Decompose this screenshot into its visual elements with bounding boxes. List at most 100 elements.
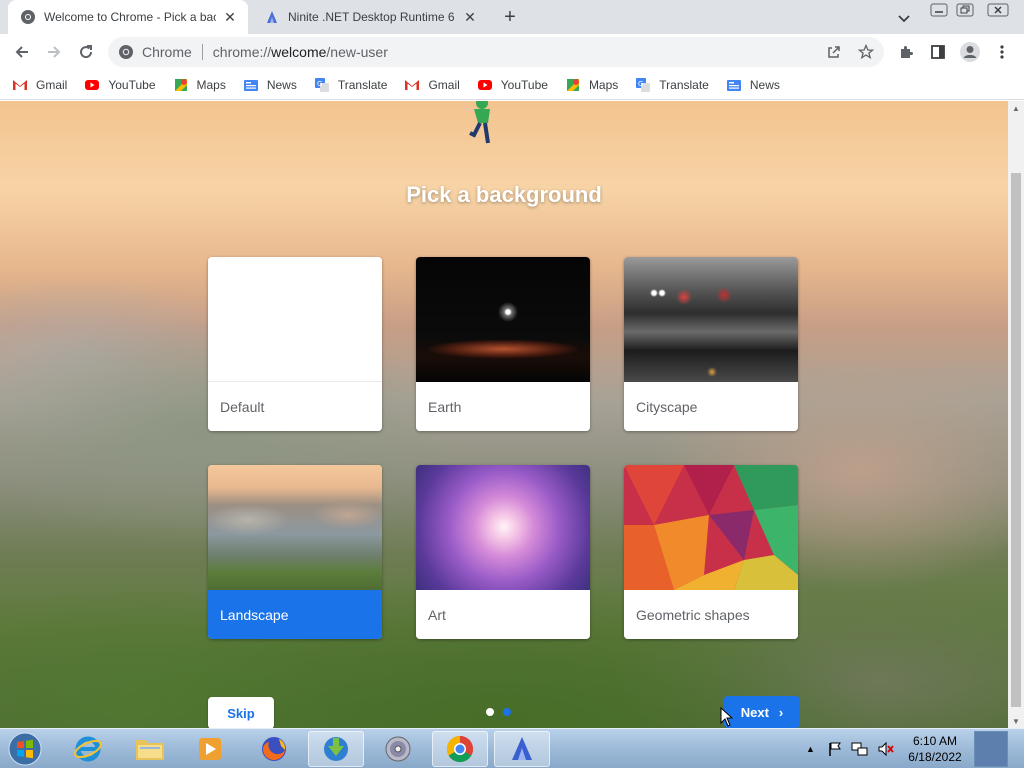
scrollbar-thumb[interactable] — [1011, 173, 1021, 707]
background-option-default[interactable]: Default — [208, 257, 382, 431]
internet-explorer-icon — [74, 736, 102, 762]
action-center-flag-icon[interactable] — [827, 741, 843, 757]
bookmark-maps[interactable]: Maps — [565, 77, 618, 93]
forward-arrow-icon — [48, 46, 61, 58]
taskbar-dvd-player[interactable] — [370, 731, 426, 767]
back-button[interactable] — [8, 38, 36, 66]
taskbar-internet-explorer[interactable] — [60, 731, 116, 767]
bookmark-gmail[interactable]: Gmail — [12, 77, 67, 93]
mouse-cursor-icon — [720, 707, 734, 727]
avatar-icon — [960, 42, 980, 62]
share-button[interactable] — [820, 38, 848, 66]
start-button[interactable] — [4, 731, 46, 767]
bookmark-maps[interactable]: Maps — [173, 77, 226, 93]
tab-search-chevron-icon[interactable] — [896, 10, 912, 26]
bookmark-translate[interactable]: G Translate — [314, 77, 387, 93]
network-icon[interactable] — [851, 741, 869, 757]
step-indicator-dot-active — [503, 708, 511, 716]
background-option-label: Landscape — [208, 590, 382, 639]
address-bar[interactable]: Chrome chrome://welcome/new-user — [108, 37, 884, 67]
taskbar-chrome[interactable] — [432, 731, 488, 767]
dvd-disc-icon — [385, 736, 411, 762]
reload-icon — [80, 45, 93, 59]
close-tab-icon[interactable]: ✕ — [462, 9, 478, 25]
translate-icon: G — [314, 77, 329, 92]
profile-button[interactable] — [956, 38, 984, 66]
gmail-icon — [405, 79, 420, 90]
tab-welcome[interactable]: Welcome to Chrome - Pick a bac ✕ — [8, 0, 248, 34]
taskbar-app[interactable] — [494, 731, 550, 767]
close-tab-icon[interactable]: ✕ — [222, 9, 238, 25]
restore-icon[interactable] — [954, 2, 976, 18]
tab-ninite[interactable]: Ninite .NET Desktop Runtime 6 7 ✕ — [252, 0, 488, 34]
scroll-up-icon[interactable]: ▲ — [1008, 101, 1024, 115]
skip-button[interactable]: Skip — [208, 697, 274, 728]
tab-strip: Welcome to Chrome - Pick a bac ✕ Ninite … — [0, 0, 1024, 34]
background-option-label: Geometric shapes — [624, 590, 798, 639]
reload-button[interactable] — [72, 38, 100, 66]
minimize-icon[interactable] — [928, 2, 950, 18]
cityscape-thumbnail — [624, 257, 798, 382]
star-icon — [858, 44, 874, 60]
show-hidden-icons-icon[interactable]: ▲ — [806, 744, 815, 754]
url-text: chrome://welcome/new-user — [212, 44, 388, 60]
clock-time: 6:10 AM — [912, 734, 958, 748]
share-icon — [828, 46, 840, 58]
taskbar-download-manager[interactable] — [308, 731, 364, 767]
scroll-down-icon[interactable]: ▼ — [1008, 714, 1024, 728]
side-panel-button[interactable] — [924, 38, 952, 66]
news-icon — [243, 79, 258, 91]
svg-text:G: G — [638, 80, 643, 88]
puzzle-icon — [901, 46, 913, 58]
bookmark-youtube[interactable]: YouTube — [84, 77, 156, 93]
youtube-icon — [85, 79, 100, 90]
bookmark-news[interactable]: News — [243, 77, 297, 93]
background-option-label: Art — [416, 590, 590, 639]
forward-button[interactable] — [40, 38, 68, 66]
bookmarks-bar: Gmail YouTube Maps News G Translate Gmai… — [0, 70, 1024, 100]
runner-illustration-icon — [461, 101, 490, 144]
extensions-button[interactable] — [892, 38, 920, 66]
taskbar: ▲ 6:10 AM 6/18/2022 — [0, 728, 1024, 768]
bookmark-youtube[interactable]: YouTube — [477, 77, 548, 93]
bookmark-star-button[interactable] — [852, 38, 880, 66]
maps-icon — [566, 78, 579, 91]
download-manager-icon — [324, 737, 348, 761]
chrome-icon — [446, 735, 474, 763]
art-thumbnail — [416, 465, 590, 590]
kebab-menu-icon — [1000, 45, 1004, 59]
menu-button[interactable] — [988, 38, 1016, 66]
side-panel-icon — [931, 45, 945, 59]
next-button[interactable]: Next › — [724, 696, 800, 728]
background-option-cityscape[interactable]: Cityscape — [624, 257, 798, 431]
youtube-icon — [477, 79, 492, 90]
page-title: Pick a background — [406, 182, 602, 207]
background-option-art[interactable]: Art — [416, 465, 590, 639]
toolbar: Chrome chrome://welcome/new-user — [0, 34, 1024, 70]
system-clock[interactable]: 6:10 AM 6/18/2022 — [900, 733, 970, 765]
background-option-geometric-shapes[interactable]: Geometric shapes — [624, 465, 798, 639]
news-icon — [726, 79, 741, 91]
scrollbar[interactable]: ▲ ▼ — [1008, 101, 1024, 728]
maps-icon — [174, 78, 187, 91]
firefox-icon — [262, 737, 286, 761]
back-arrow-icon — [15, 46, 28, 58]
bookmark-translate[interactable]: G Translate — [635, 77, 709, 93]
new-tab-button[interactable]: + — [498, 5, 522, 29]
media-player-icon — [199, 738, 221, 760]
bookmark-news[interactable]: News — [726, 77, 780, 93]
show-desktop-button[interactable] — [974, 731, 1008, 767]
taskbar-file-explorer[interactable] — [122, 731, 178, 767]
background-option-landscape[interactable]: Landscape — [208, 465, 382, 639]
site-name: Chrome — [142, 44, 192, 60]
tab-title: Ninite .NET Desktop Runtime 6 7 — [288, 10, 456, 24]
taskbar-firefox[interactable] — [246, 731, 302, 767]
volume-muted-icon[interactable] — [877, 741, 895, 757]
background-option-earth[interactable]: Earth — [416, 257, 590, 431]
app-icon — [512, 737, 532, 760]
close-window-icon[interactable] — [986, 2, 1010, 18]
taskbar-media-player[interactable] — [182, 731, 238, 767]
bookmark-gmail[interactable]: Gmail — [404, 77, 460, 93]
geometric-shapes-thumbnail — [624, 465, 798, 590]
omnibox-divider — [201, 44, 203, 60]
